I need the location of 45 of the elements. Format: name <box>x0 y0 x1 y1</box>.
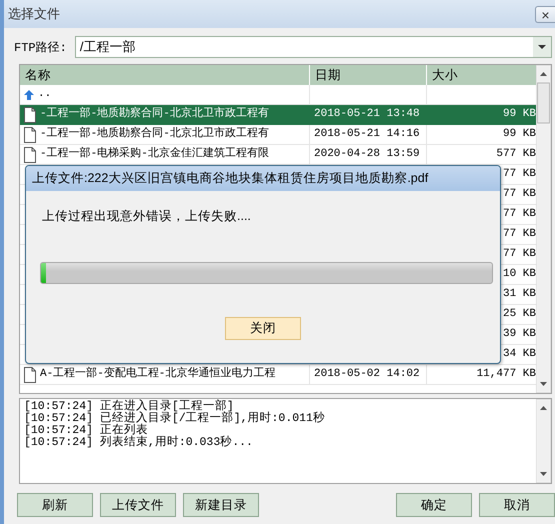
file-size: 39 KB <box>502 328 536 340</box>
file-size: 577 KB <box>496 148 536 160</box>
file-size: 34 KB <box>502 348 536 360</box>
action-button[interactable]: 刷新 <box>17 493 93 517</box>
log-line: [10:57:24] 列表结束,用时:0.033秒... <box>24 437 254 449</box>
file-size: 77 KB <box>502 168 536 180</box>
file-name[interactable]: .. <box>38 85 52 104</box>
file-name[interactable]: -工程一部-地质勘察合同-北京北卫市政工程有 <box>40 125 269 144</box>
action-button[interactable]: 确定 <box>396 493 472 517</box>
document-icon <box>23 366 37 382</box>
file-size: 99 KB <box>502 128 536 140</box>
document-icon <box>23 106 37 122</box>
file-name[interactable]: A-工程一部-变配电工程-北京华通恒业电力工程 <box>40 365 276 384</box>
document-icon <box>23 146 37 162</box>
file-date: 2018-05-02 14:02 <box>314 368 420 380</box>
close-button[interactable]: 关闭 <box>225 317 301 340</box>
column-header[interactable]: 名称 <box>20 65 310 85</box>
close-button[interactable]: × <box>535 6 555 22</box>
window-title: 选择文件 <box>8 5 60 23</box>
file-size: 77 KB <box>502 208 536 220</box>
file-size: 10 KB <box>502 268 536 280</box>
log-line: [10:57:24] 正在列表 <box>24 425 149 437</box>
file-date: 2020-04-28 13:59 <box>314 148 420 160</box>
document-icon <box>23 126 37 142</box>
file-size: 11,477 KB <box>476 368 536 380</box>
file-size: 31 KB <box>502 288 536 300</box>
file-name[interactable]: -工程一部-电梯采购-北京金佳汇建筑工程有限 <box>40 145 269 164</box>
action-button[interactable]: 上传文件 <box>100 493 176 517</box>
error-message: 上传过程出现意外错误，上传失败.... <box>42 208 252 225</box>
action-button[interactable]: 取消 <box>479 493 555 517</box>
file-date: 2018-05-21 14:16 <box>314 128 420 140</box>
log-line: [10:57:24] 已经进入目录[/工程一部],用时:0.011秒 <box>24 413 326 425</box>
action-button[interactable]: 新建目录 <box>183 493 259 517</box>
file-size: 77 KB <box>502 248 536 260</box>
file-size: 25 KB <box>502 308 536 320</box>
file-size: 99 KB <box>502 108 536 120</box>
file-size: 77 KB <box>502 228 536 240</box>
up-arrow-icon <box>23 88 35 100</box>
file-size: 77 KB <box>502 188 536 200</box>
dropdown-button[interactable] <box>533 37 551 57</box>
dialog-title: 上传文件:222大兴区旧宫镇电商谷地块集体租赁住房项目地质勘察.pdf <box>26 166 500 191</box>
column-header[interactable]: 日期 <box>310 65 427 85</box>
path-label: FTP路径: <box>14 40 67 56</box>
file-date: 2018-05-21 13:48 <box>314 108 420 120</box>
path-field[interactable]: /工程一部 <box>74 36 552 58</box>
